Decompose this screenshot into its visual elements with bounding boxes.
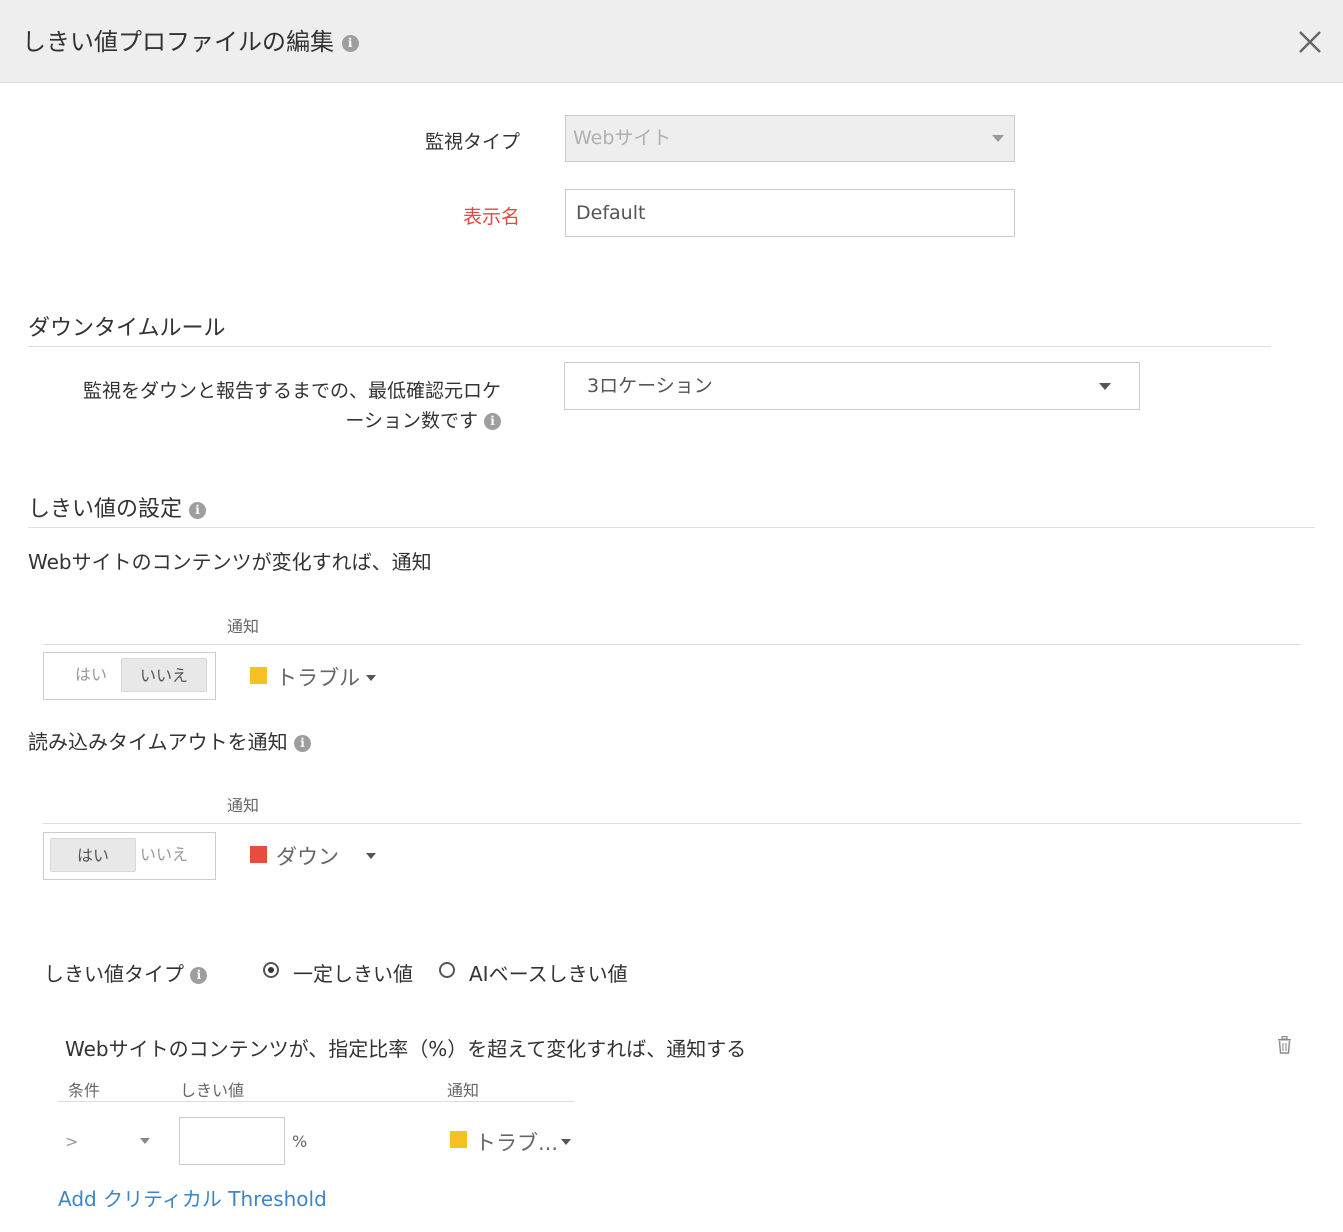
info-icon[interactable]: i	[484, 413, 501, 430]
add-critical-threshold-link[interactable]: Add クリティカル Threshold	[58, 1183, 327, 1212]
read-timeout-title-text: 読み込みタイムアウトを通知	[28, 730, 288, 754]
radio-ai-threshold[interactable]	[439, 962, 455, 978]
col-notify-header: 通知	[447, 1081, 480, 1100]
threshold-divider	[28, 527, 1315, 528]
severity-swatch-down	[250, 846, 267, 863]
content-change-divider	[43, 644, 1301, 645]
min-locations-value: 3ロケーション	[587, 375, 713, 397]
caret-down-icon	[992, 135, 1004, 142]
read-timeout-severity-value: ダウン	[276, 845, 339, 869]
radio-ai-threshold-label[interactable]: AIベースしきい値	[469, 958, 628, 987]
percent-rule-divider	[58, 1101, 574, 1102]
caret-down-icon	[1099, 383, 1111, 390]
threshold-section-title: しきい値の設定 i	[28, 491, 207, 523]
content-change-severity-select[interactable]: トラブル	[276, 662, 360, 692]
monitor-type-value: Webサイト	[573, 127, 672, 149]
dialog-title-text: しきい値プロファイルの編集	[22, 28, 334, 56]
radio-fixed-threshold-label[interactable]: 一定しきい値	[293, 958, 413, 987]
severity-swatch-trouble	[250, 667, 267, 684]
caret-down-icon[interactable]	[366, 675, 376, 681]
min-locations-select[interactable]: 3ロケーション	[564, 362, 1140, 410]
read-timeout-severity-select[interactable]: ダウン	[276, 841, 339, 871]
trash-icon[interactable]	[1276, 1036, 1293, 1054]
caret-down-icon[interactable]	[366, 853, 376, 859]
min-locations-label-text: ーション数です	[345, 410, 478, 432]
caret-down-icon[interactable]	[561, 1139, 571, 1145]
threshold-type-label: しきい値タイプ i	[44, 958, 208, 987]
monitor-type-label: 監視タイプ	[424, 131, 520, 153]
content-change-title: Webサイトのコンテンツが変化すれば、通知	[28, 550, 432, 574]
read-timeout-toggle-no[interactable]: いいえ	[121, 838, 207, 872]
condition-value: >	[65, 1132, 79, 1151]
threshold-value-input[interactable]	[179, 1117, 285, 1165]
read-timeout-notify-header: 通知	[227, 796, 260, 815]
read-timeout-toggle: はい いいえ	[43, 832, 216, 880]
close-icon[interactable]	[1294, 26, 1326, 58]
min-locations-label-line2: ーション数です i	[20, 406, 501, 433]
content-change-notify-header: 通知	[227, 617, 260, 636]
col-condition-header: 条件	[68, 1081, 101, 1100]
content-change-toggle: はい いいえ	[43, 652, 216, 700]
content-change-severity-value: トラブル	[276, 666, 360, 690]
info-icon[interactable]: i	[189, 501, 207, 519]
info-icon[interactable]: i	[341, 34, 359, 52]
dialog-title: しきい値プロファイルの編集 i	[22, 22, 359, 57]
percent-unit: %	[292, 1132, 308, 1151]
percent-rule-title: Webサイトのコンテンツが、指定比率（%）を超えて変化すれば、通知する	[65, 1037, 747, 1061]
info-icon[interactable]: i	[293, 735, 311, 752]
radio-fixed-threshold[interactable]	[263, 962, 279, 978]
min-locations-label-line1: 監視をダウンと報告するまでの、最低確認元ロケ	[82, 380, 501, 402]
downtime-divider	[28, 346, 1271, 347]
threshold-section-title-text: しきい値の設定	[28, 497, 183, 522]
read-timeout-divider	[43, 823, 1301, 824]
display-name-label: 表示名	[462, 206, 520, 228]
read-timeout-title: 読み込みタイムアウトを通知 i	[28, 726, 311, 755]
info-icon[interactable]: i	[190, 967, 208, 984]
content-change-toggle-no[interactable]: いいえ	[121, 658, 207, 692]
downtime-section-title: ダウンタイムルール	[28, 316, 226, 341]
monitor-type-select: Webサイト	[565, 115, 1015, 162]
percent-rule-severity-select[interactable]: トラブ...	[475, 1127, 558, 1157]
percent-rule-severity-value: トラブ...	[475, 1131, 559, 1155]
threshold-type-label-text: しきい値タイプ	[44, 962, 184, 986]
display-name-input[interactable]	[565, 189, 1015, 237]
severity-swatch-trouble	[450, 1131, 467, 1148]
condition-select[interactable]: >	[65, 1132, 78, 1151]
caret-down-icon[interactable]	[140, 1138, 150, 1144]
col-threshold-header: しきい値	[180, 1081, 245, 1100]
dialog-header: しきい値プロファイルの編集 i	[0, 0, 1343, 83]
